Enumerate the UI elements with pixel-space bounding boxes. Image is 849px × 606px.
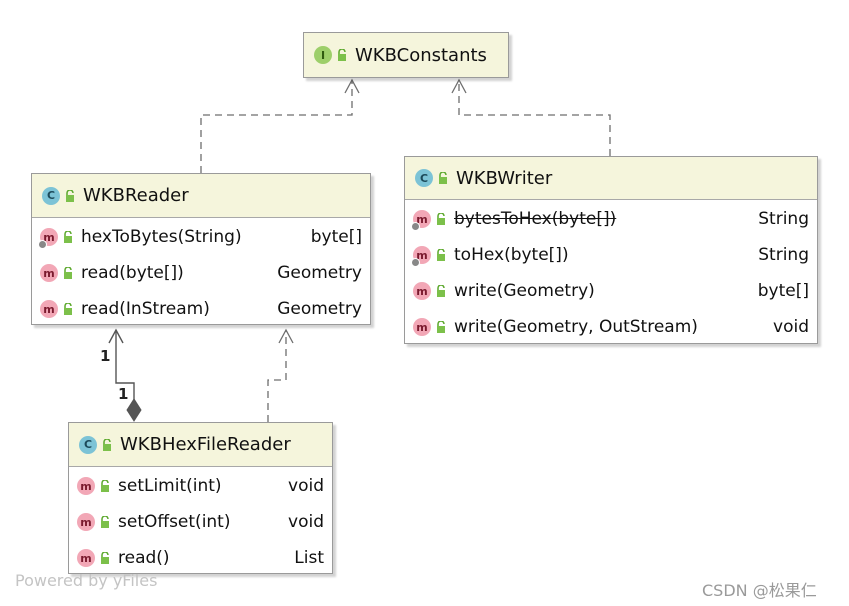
method-row[interactable]: m write(Geometry, OutStream) void [405,309,817,345]
method-icon: m [413,318,431,336]
interface-header: I WKBConstants [304,33,508,77]
realization-edge-writer [458,80,611,156]
class-header: C WKBReader [32,174,370,218]
realization-edge-reader [200,80,353,173]
method-name: read(byte[]) [81,263,184,283]
unlock-icon [66,189,74,202]
static-pin-icon [411,258,420,267]
method-name-deprecated: bytesToHex(byte[]) [454,209,617,229]
method-row[interactable]: m hexToBytes(String) byte[] [32,219,370,255]
method-name: toHex(byte[]) [454,245,569,265]
method-return-type: void [288,476,324,496]
unlock-icon [437,249,445,261]
method-icon: m [40,300,58,318]
method-return-type: byte[] [310,227,362,247]
method-return-type: void [288,512,324,532]
unlock-icon [64,231,72,243]
method-row[interactable]: m setOffset(int) void [69,504,332,540]
class-title: WKBWriter [456,167,553,189]
method-icon: m [38,228,58,249]
method-name: hexToBytes(String) [81,227,242,247]
method-icon: m [411,210,431,231]
method-icon: m [77,477,95,495]
class-header: C WKBHexFileReader [69,423,332,467]
multiplicity-reader-end: 1 [100,347,111,365]
method-name: write(Geometry, OutStream) [454,317,698,337]
watermark-csdn: CSDN @松果仁 [702,581,817,600]
method-return-type: String [758,209,809,229]
unlock-icon [439,172,447,184]
class-icon: C [42,186,60,205]
unlock-icon [64,303,72,315]
unlock-icon [101,552,109,564]
unlock-icon [101,480,109,492]
class-wkbwriter[interactable]: C WKBWriter m bytesToHex(byte[]) String … [404,156,818,344]
method-name: read(InStream) [81,299,210,319]
interface-wkbconstants[interactable]: I WKBConstants [303,32,509,78]
method-icon: m [413,282,431,300]
unlock-icon [101,516,109,528]
class-icon: C [415,169,433,187]
method-icon: m [40,264,58,282]
method-return-type: void [773,317,809,337]
unlock-icon [338,49,346,61]
method-row[interactable]: m read(byte[]) Geometry [32,255,370,291]
method-row[interactable]: m setLimit(int) void [69,468,332,504]
method-return-type: List [294,548,324,568]
class-title: WKBHexFileReader [120,434,291,455]
method-name: setOffset(int) [118,512,231,532]
method-name: setLimit(int) [118,476,222,496]
static-pin-icon [411,222,420,231]
method-return-type: Geometry [277,299,362,319]
unlock-icon [103,438,111,451]
class-title: WKBReader [83,185,189,206]
multiplicity-owner-end: 1 [118,385,129,403]
interface-title: WKBConstants [355,44,487,66]
unlock-icon [64,267,72,279]
method-row[interactable]: m read(InStream) Geometry [32,291,370,327]
method-return-type: String [758,245,809,265]
method-icon: m [77,513,95,531]
composition-diamond [126,398,142,422]
method-icon: m [411,246,431,267]
unlock-icon [437,285,445,297]
method-row[interactable]: m write(Geometry) byte[] [405,273,817,309]
interface-icon: I [314,46,332,64]
method-icon: m [77,549,95,567]
method-row[interactable]: m toHex(byte[]) String [405,237,817,273]
class-icon: C [79,435,97,454]
method-name: write(Geometry) [454,281,595,301]
method-return-type: byte[] [757,281,809,301]
method-row[interactable]: m bytesToHex(byte[]) String [405,201,817,237]
method-return-type: Geometry [277,263,362,283]
class-wkbreader[interactable]: C WKBReader m hexToBytes(String) byte[] … [31,173,371,325]
dependency-edge-hexreader [267,330,287,422]
unlock-icon [437,321,445,333]
method-name: read() [118,548,170,568]
static-pin-icon [38,240,47,249]
class-wkbhexfilereader[interactable]: C WKBHexFileReader m setLimit(int) void … [68,422,333,574]
class-header: C WKBWriter [405,157,817,200]
unlock-icon [437,213,445,225]
watermark-yfiles: Powered by yFiles [15,571,158,590]
